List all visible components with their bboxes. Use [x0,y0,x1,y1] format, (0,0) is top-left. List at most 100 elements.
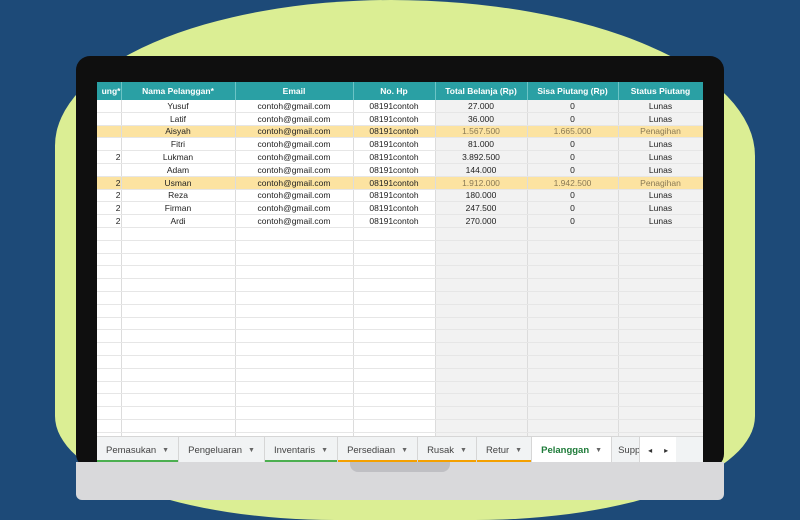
empty-cell[interactable] [435,291,528,305]
empty-cell[interactable] [97,278,122,292]
cell-total[interactable]: 144.000 [435,163,528,177]
empty-cell[interactable] [121,278,236,292]
empty-cell[interactable] [527,342,619,356]
empty-cell[interactable] [435,329,528,344]
col-header-nama[interactable]: Nama Pelanggan* [121,82,236,100]
empty-cell[interactable] [618,253,703,267]
cell-status[interactable]: Lunas [618,201,703,216]
cell-a[interactable] [97,137,122,152]
empty-cell[interactable] [435,278,528,292]
empty-cell[interactable] [435,381,528,395]
cell-hp[interactable]: 08191contoh [353,100,436,113]
empty-cell[interactable] [435,240,528,254]
col-header-sisa[interactable]: Sisa Piutang (Rp) [527,82,619,100]
empty-cell[interactable] [235,240,354,254]
empty-cell[interactable] [353,393,436,408]
empty-cell[interactable] [235,419,354,433]
empty-cell[interactable] [97,355,122,369]
cell-nama[interactable]: Usman [121,176,236,190]
cell-email[interactable]: contoh@gmail.com [235,100,354,113]
empty-cell[interactable] [235,381,354,395]
empty-cell[interactable] [121,355,236,369]
cell-total[interactable]: 36.000 [435,112,528,126]
empty-cell[interactable] [527,393,619,408]
cell-hp[interactable]: 08191contoh [353,112,436,126]
empty-cell[interactable] [353,317,436,331]
empty-cell[interactable] [435,419,528,433]
cell-status[interactable]: Penagihan [618,125,703,139]
empty-cell[interactable] [97,227,122,241]
empty-cell[interactable] [235,342,354,356]
empty-cell[interactable] [353,278,436,292]
empty-cell[interactable] [618,393,703,408]
empty-cell[interactable] [97,406,122,420]
empty-cell[interactable] [121,393,236,408]
cell-sisa[interactable]: 0 [527,137,619,152]
empty-cell[interactable] [97,265,122,280]
caret-down-icon[interactable]: ▼ [460,447,467,454]
empty-cell[interactable] [618,240,703,254]
empty-cell[interactable] [97,304,122,318]
empty-cell[interactable] [235,355,354,369]
cell-email[interactable]: contoh@gmail.com [235,137,354,152]
empty-cell[interactable] [97,419,122,433]
cell-sisa[interactable]: 0 [527,214,619,228]
empty-cell[interactable] [353,355,436,369]
empty-cell[interactable] [121,381,236,395]
cell-email[interactable]: contoh@gmail.com [235,214,354,228]
empty-cell[interactable] [435,406,528,420]
empty-cell[interactable] [527,227,619,241]
empty-cell[interactable] [121,368,236,382]
empty-cell[interactable] [527,304,619,318]
cell-status[interactable]: Lunas [618,189,703,203]
cell-a[interactable] [97,163,122,177]
cell-total[interactable]: 81.000 [435,137,528,152]
cell-status[interactable]: Penagihan [618,176,703,190]
chevron-left-icon[interactable]: ◂ [648,446,652,455]
empty-cell[interactable] [435,368,528,382]
cell-hp[interactable]: 08191contoh [353,176,436,190]
cell-hp[interactable]: 08191contoh [353,150,436,164]
cell-total[interactable]: 247.500 [435,201,528,216]
empty-cell[interactable] [235,253,354,267]
empty-cell[interactable] [121,406,236,420]
empty-cell[interactable] [618,265,703,280]
empty-cell[interactable] [353,291,436,305]
empty-cell[interactable] [435,227,528,241]
sheet-tab-persediaan[interactable]: Persediaan ▼ [338,437,419,462]
empty-cell[interactable] [121,419,236,433]
caret-down-icon[interactable]: ▼ [321,447,328,454]
empty-cell[interactable] [121,240,236,254]
empty-cell[interactable] [353,419,436,433]
cell-status[interactable]: Lunas [618,214,703,228]
empty-cell[interactable] [97,291,122,305]
cell-nama[interactable]: Lukman [121,150,236,164]
empty-cell[interactable] [527,329,619,344]
empty-cell[interactable] [97,368,122,382]
empty-cell[interactable] [618,355,703,369]
empty-cell[interactable] [235,368,354,382]
empty-cell[interactable] [435,393,528,408]
empty-cell[interactable] [353,240,436,254]
cell-nama[interactable]: Aisyah [121,125,236,139]
empty-cell[interactable] [618,368,703,382]
empty-cell[interactable] [97,393,122,408]
col-header-total[interactable]: Total Belanja (Rp) [435,82,528,100]
empty-cell[interactable] [353,368,436,382]
cell-sisa[interactable]: 0 [527,100,619,113]
empty-cell[interactable] [353,406,436,420]
empty-cell[interactable] [353,381,436,395]
empty-cell[interactable] [435,355,528,369]
caret-down-icon[interactable]: ▼ [248,447,255,454]
cell-sisa[interactable]: 1.942.500 [527,176,619,190]
empty-cell[interactable] [121,342,236,356]
empty-cell[interactable] [353,253,436,267]
col-header-status[interactable]: Status Piutang [618,82,703,100]
cell-hp[interactable]: 08191contoh [353,125,436,139]
cell-total[interactable]: 1.567.500 [435,125,528,139]
cell-total[interactable]: 270.000 [435,214,528,228]
cell-email[interactable]: contoh@gmail.com [235,112,354,126]
col-header-email[interactable]: Email [235,82,354,100]
cell-sisa[interactable]: 0 [527,201,619,216]
sheet-tab-retur[interactable]: Retur ▼ [476,437,533,462]
